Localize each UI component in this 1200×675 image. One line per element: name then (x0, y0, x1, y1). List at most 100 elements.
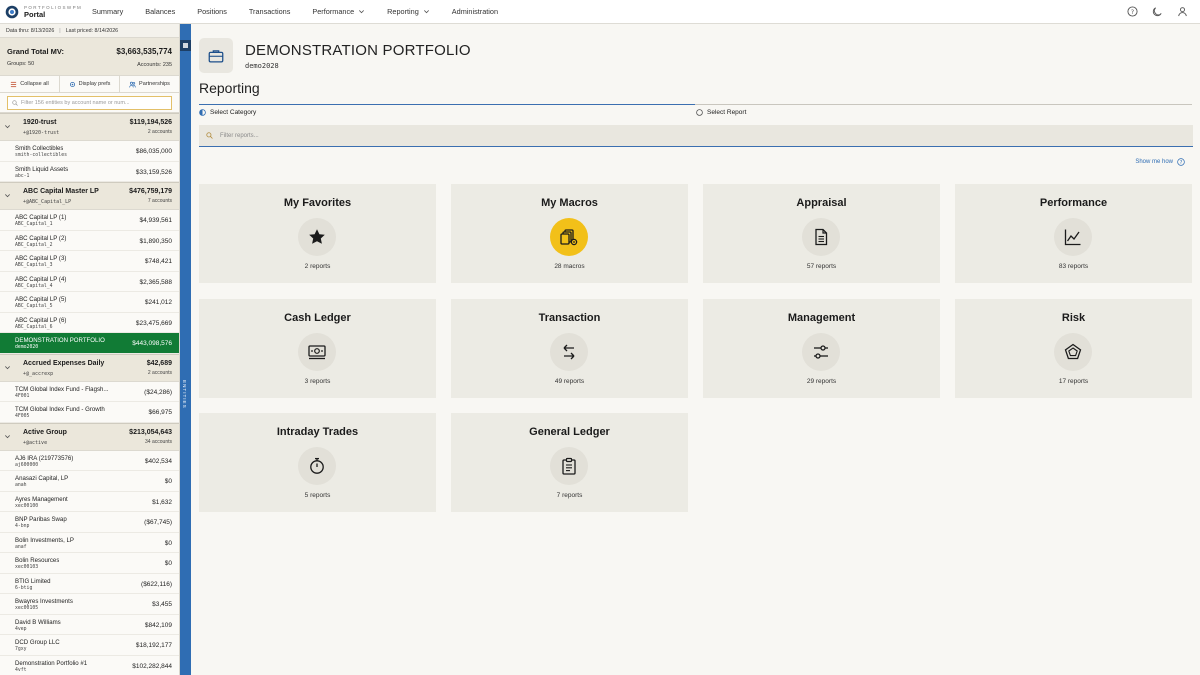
group-account-count: 7 accounts (147, 198, 172, 204)
chevron-down-icon[interactable] (4, 433, 11, 440)
group-code: +@ABC_Capital_LP (23, 199, 72, 205)
people-icon (129, 81, 139, 88)
user-icon[interactable] (1177, 6, 1188, 17)
entity-code: 4vep (15, 626, 27, 632)
category-card-general-ledger[interactable]: General Ledger 7 reports (451, 413, 688, 512)
entity-row[interactable]: ABC Capital LP (4) ABC_Capital_4 $2,365,58… (0, 272, 179, 292)
group-header[interactable]: ABC Capital Master LP +@ABC_Capital_LP $47… (0, 182, 179, 210)
group-name: Accrued Expenses Daily (23, 359, 105, 367)
entity-row[interactable]: ABC Capital LP (1) ABC_Capital_1 $4,939,56… (0, 210, 179, 231)
group-code: +@1920-trust (23, 130, 60, 136)
cash-icon (298, 332, 336, 371)
entity-row[interactable]: ABC Capital LP (2) ABC_Capital_2 $1,890,35… (0, 231, 179, 251)
entity-row[interactable]: Smith Liquid Assets abc-1 $33,159,526 (0, 162, 179, 182)
entity-row[interactable]: DCD Group LLC 7gxy $18,192,177 (0, 635, 179, 656)
sidebar-divider[interactable]: ENTITIES (180, 24, 191, 675)
entity-value: ($622,116) (141, 580, 172, 588)
group-name: Active Group (23, 428, 67, 436)
entity-row[interactable]: BNP Paribas Swap 4-bnp ($67,745) (0, 512, 179, 533)
partnerships-button[interactable]: Partnerships (120, 76, 179, 92)
nav-positions[interactable]: Positions (197, 7, 227, 16)
entity-row-selected[interactable]: DEMONSTRATION PORTFOLIO demo2020 $443,098,… (0, 333, 179, 354)
collapse-sidebar-handle[interactable] (180, 40, 191, 51)
entity-code: xec00105 (15, 606, 39, 611)
help-icon[interactable]: ? (1127, 6, 1138, 17)
category-card-management[interactable]: Management 29 reports (703, 298, 940, 398)
step-select-report[interactable]: Select Report (696, 109, 746, 116)
entity-value: ($67,745) (144, 519, 172, 526)
report-filter-input[interactable]: Filter reports... (199, 125, 1193, 147)
group-header[interactable]: 1920-trust +@1920-trust $119,194,526 2 acco… (0, 113, 179, 141)
entity-code: 4F001 (15, 393, 30, 399)
chevron-down-icon[interactable] (4, 192, 11, 199)
entity-filter-input[interactable]: Filter 156 entities by account name or n… (7, 96, 172, 110)
entity-value: $66,975 (148, 409, 173, 416)
chevron-down-icon[interactable] (4, 364, 11, 371)
macros-icon (550, 218, 588, 256)
action-label: Partnerships (139, 81, 170, 87)
entity-row[interactable]: David B Williams 4vep $842,109 (0, 615, 179, 635)
entity-row[interactable]: Smith Collectibles smith-collectibles $86,… (0, 141, 179, 162)
category-card-intraday-trades[interactable]: Intraday Trades 5 reports (199, 413, 436, 512)
entity-code: xec00103 (15, 565, 39, 570)
entity-value: $4,939,561 (139, 217, 172, 224)
entity-row[interactable]: ABC Capital LP (3) ABC_Capital_3 $748,421 (0, 251, 179, 272)
group-header[interactable]: Accrued Expenses Daily +@_accrexp $42,689 2… (0, 353, 179, 382)
stopwatch-icon (298, 447, 336, 485)
grand-total-value: $3,663,535,774 (116, 47, 172, 56)
entity-row[interactable]: Ayres Management xec00100 $1,632 (0, 492, 179, 512)
nav-reporting[interactable]: Reporting (387, 7, 430, 16)
entity-row[interactable]: Anasazi Capital, LP anah $0 (0, 471, 179, 492)
step-select-category[interactable]: Select Category (199, 109, 256, 116)
main-content: DEMONSTRATION PORTFOLIO demo2028 Reporti… (191, 24, 1200, 675)
nav-administration[interactable]: Administration (452, 7, 498, 16)
entity-row[interactable]: Demonstration Portfolio #1 4vft $102,282,8… (0, 656, 179, 675)
line-chart-icon (1054, 218, 1092, 256)
group-value: $476,759,179 (129, 188, 172, 195)
category-card-cash-ledger[interactable]: Cash Ledger 3 reports (199, 298, 436, 398)
category-card-risk[interactable]: Risk 17 reports (955, 298, 1192, 398)
entity-row[interactable]: TCM Global Index Fund - Flagsh... 4F001 ($… (0, 382, 179, 402)
entity-row[interactable]: Bwayres Investments xec00105 $3,455 (0, 594, 179, 615)
entity-row[interactable]: AJ6 IRA (219773576) aj600000 $402,534 (0, 451, 179, 471)
sidebar-actions: Collapse all Display prefs Partnerships (0, 76, 179, 93)
category-card-appraisal[interactable]: Appraisal 57 reports (703, 184, 940, 283)
chevron-down-icon (423, 8, 430, 15)
group-header[interactable]: Active Group +@active $213,054,643 34 accou… (0, 422, 179, 451)
category-card-performance[interactable]: Performance 83 reports (955, 184, 1192, 283)
group-code: +@active (23, 439, 48, 446)
display-prefs-button[interactable]: Display prefs (60, 76, 120, 92)
entity-row[interactable]: BTIG Limited 6-btig ($622,116) (0, 574, 179, 594)
entity-name: David B Williams (15, 618, 61, 626)
moon-icon[interactable] (1152, 6, 1163, 17)
card-title: Appraisal (796, 197, 847, 209)
svg-text:?: ? (1131, 8, 1134, 16)
entity-sidebar: Data thru: 8/13/2026 | Last priced: 8/14… (0, 24, 180, 675)
group-value: $213,054,643 (129, 428, 172, 436)
brand[interactable]: PORTFOLIOSWPM Portal (0, 5, 92, 19)
report-filter-placeholder: Filter reports... (220, 132, 259, 139)
entity-filter-placeholder: Filter 156 entities by account name or n… (21, 100, 130, 106)
entity-row[interactable]: ABC Capital LP (5) ABC_Capital_5 $241,012 (0, 292, 179, 313)
group-code: +@_accrexp (23, 370, 54, 377)
category-card-my-macros[interactable]: My Macros 28 macros (451, 184, 688, 283)
accounts-count: Accounts: 235 (137, 62, 172, 68)
collapse-all-button[interactable]: Collapse all (0, 76, 60, 92)
show-me-how-link[interactable]: Show me how ? (1135, 158, 1185, 166)
entity-list: 1920-trust +@1920-trust $119,194,526 2 acco… (0, 113, 179, 675)
nav-summary[interactable]: Summary (92, 7, 123, 16)
entity-row[interactable]: Bolin Resources xec00103 $0 (0, 553, 179, 574)
entity-row[interactable]: TCM Global Index Fund - Growth 4F005 $66,9… (0, 402, 179, 423)
entity-row[interactable]: Bolin Investments, LP anaf $0 (0, 533, 179, 553)
nav-performance[interactable]: Performance (312, 7, 365, 16)
entity-row[interactable]: ABC Capital LP (6) ABC_Capital_6 $23,475,6… (0, 313, 179, 333)
show-me-how-label: Show me how (1135, 159, 1173, 165)
nav-label: Transactions (248, 7, 291, 16)
entity-name: TCM Global Index Fund - Growth (15, 406, 105, 413)
category-card-transaction[interactable]: Transaction 49 reports (451, 298, 688, 398)
report-stepper: Select Category Select Report (199, 104, 1192, 118)
chevron-down-icon[interactable] (4, 123, 11, 130)
nav-transactions[interactable]: Transactions (249, 7, 291, 16)
category-card-my-favorites[interactable]: My Favorites 2 reports (199, 184, 436, 283)
nav-balances[interactable]: Balances (145, 7, 175, 16)
